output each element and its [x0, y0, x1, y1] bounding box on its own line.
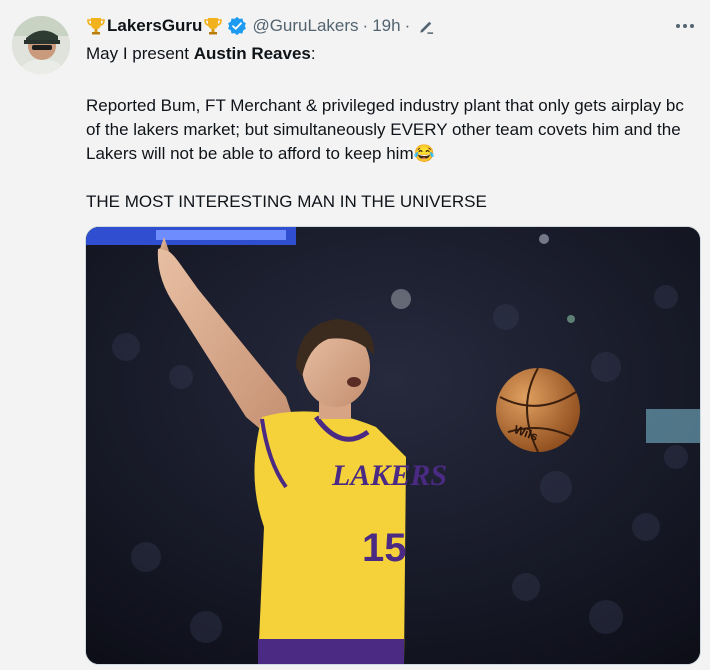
intro-bold-name: Austin Reaves	[193, 44, 311, 63]
media-photo: LAKERS 15 Wils	[86, 227, 700, 664]
intro-colon: :	[310, 44, 316, 63]
separator-dot: ·	[362, 16, 369, 35]
paragraph-text: Reported Bum, FT Merchant & privileged i…	[86, 96, 684, 163]
tweet-intro-line: May I present Austin Reaves:	[86, 42, 686, 66]
laughing-emoji: 😂	[413, 144, 435, 163]
jersey-lakers-text: LAKERS	[331, 459, 447, 492]
trophy-icon	[204, 18, 223, 35]
timestamp[interactable]: 19h	[372, 16, 400, 36]
jersey-number: 15	[362, 526, 407, 570]
tweet-paragraph: Reported Bum, FT Merchant & privileged i…	[86, 94, 686, 166]
intro-text: May I present	[86, 44, 194, 63]
user-handle[interactable]: @GuruLakers	[252, 16, 358, 36]
more-options-icon	[676, 24, 694, 28]
tweet-text: May I present Austin Reaves: Reported Bu…	[86, 42, 686, 214]
basketball	[496, 368, 580, 452]
separator-dot: ·	[404, 16, 411, 35]
tweet-header: LakersGuru @GuruLakers · 19h ·	[86, 15, 435, 37]
display-name[interactable]: LakersGuru	[107, 16, 202, 36]
trophy-icon	[87, 18, 105, 35]
avatar[interactable]	[12, 16, 70, 74]
more-options-button[interactable]	[672, 18, 698, 34]
avatar-image	[12, 16, 70, 74]
tweet-closing-line: THE MOST INTERESTING MAN IN THE UNIVERSE	[86, 192, 487, 211]
tweet-media-image[interactable]: LAKERS 15 Wils	[85, 226, 701, 665]
edited-pencil-icon[interactable]	[418, 18, 435, 35]
verified-badge-icon[interactable]	[227, 16, 247, 36]
